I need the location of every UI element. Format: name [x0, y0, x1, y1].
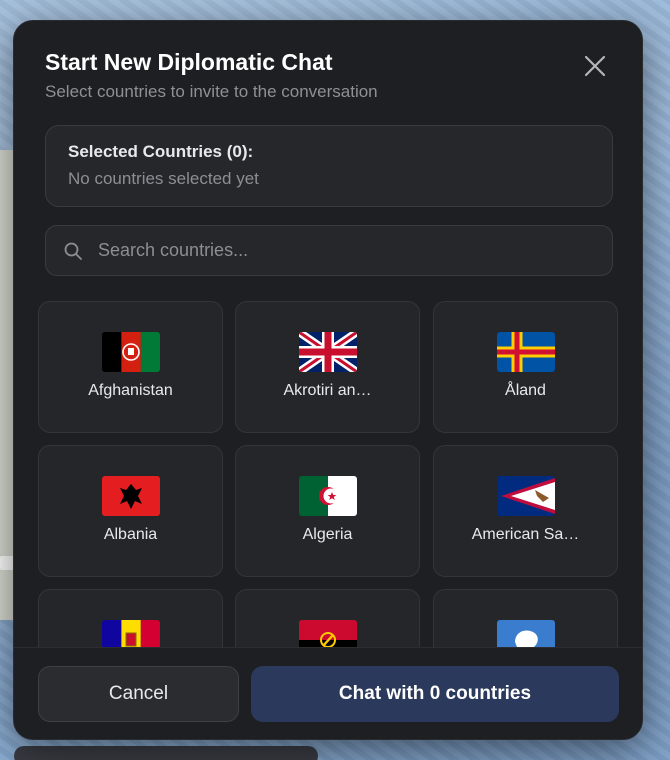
country-grid: Afghanistan Akrotiri an… Åland Albania A…: [38, 301, 620, 647]
country-name: Afghanistan: [88, 382, 173, 399]
angola-flag-icon: [299, 620, 357, 647]
aland-flag-icon: [497, 332, 555, 372]
close-icon: [584, 55, 606, 77]
country-name: Åland: [505, 382, 546, 399]
afghanistan-flag-icon: [102, 332, 160, 372]
cancel-button[interactable]: Cancel: [38, 666, 239, 722]
antarctica-flag-icon: [497, 620, 555, 647]
close-button[interactable]: [580, 51, 610, 81]
country-card[interactable]: Algeria: [235, 445, 420, 577]
map-label: [0, 556, 14, 570]
country-name: Akrotiri an…: [283, 382, 372, 399]
country-name: Algeria: [302, 526, 353, 543]
modal-footer: Cancel Chat with 0 countries: [14, 647, 642, 739]
country-name: American Sa…: [471, 526, 580, 543]
country-card[interactable]: Albania: [38, 445, 223, 577]
selected-countries-panel: Selected Countries (0): No countries sel…: [45, 125, 613, 207]
country-card[interactable]: [38, 589, 223, 647]
map-toolbar: [14, 746, 318, 760]
search-bar: [45, 225, 613, 276]
american-samoa-flag-icon: [497, 476, 555, 516]
selected-countries-empty: No countries selected yet: [68, 169, 259, 188]
andorra-flag-icon: [102, 620, 160, 647]
uk-flag-icon: [299, 332, 357, 372]
new-chat-modal: Start New Diplomatic Chat Select countri…: [13, 20, 643, 740]
country-card[interactable]: American Sa…: [433, 445, 618, 577]
country-card[interactable]: Afghanistan: [38, 301, 223, 433]
selected-countries-heading: Selected Countries (0):: [68, 142, 254, 161]
country-card[interactable]: Åland: [433, 301, 618, 433]
albania-flag-icon: [102, 476, 160, 516]
start-chat-button[interactable]: Chat with 0 countries: [251, 666, 619, 722]
modal-title: Start New Diplomatic Chat: [45, 49, 333, 75]
search-icon: [64, 242, 82, 260]
modal-subtitle: Select countries to invite to the conver…: [45, 82, 378, 101]
country-card[interactable]: [235, 589, 420, 647]
search-input[interactable]: [98, 226, 598, 275]
algeria-flag-icon: [299, 476, 357, 516]
country-name: Albania: [103, 526, 158, 543]
country-card[interactable]: [433, 589, 618, 647]
country-card[interactable]: Akrotiri an…: [235, 301, 420, 433]
